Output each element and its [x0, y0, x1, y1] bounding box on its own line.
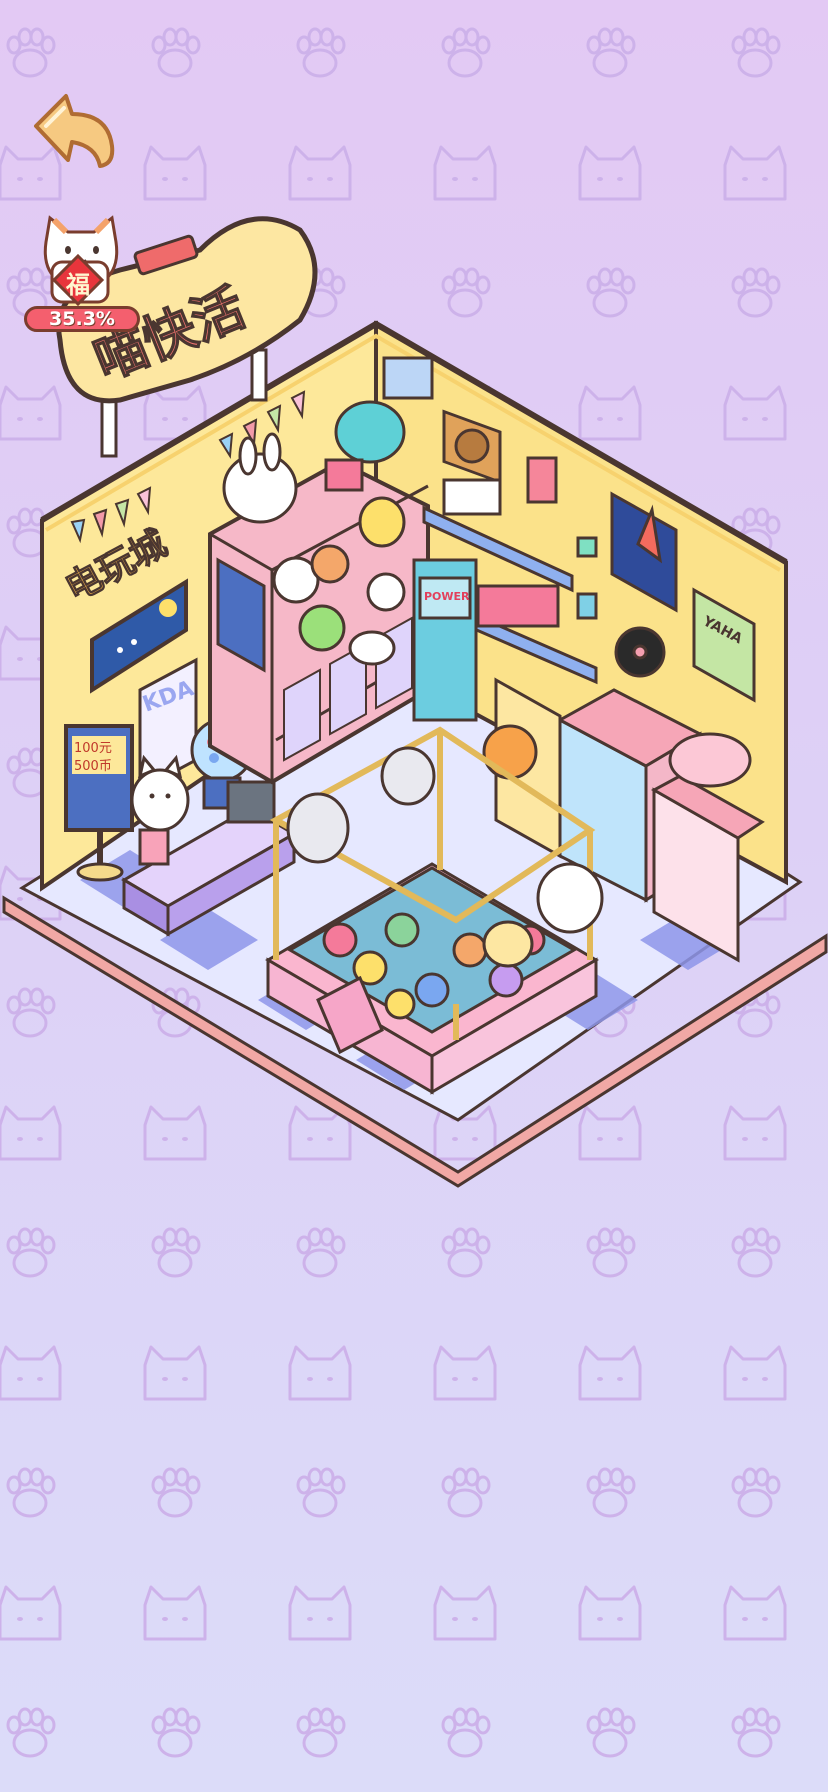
pattern-paw-icon: [296, 1227, 346, 1278]
pattern-paw-icon: [151, 1707, 201, 1758]
pattern-cat-icon: [578, 1585, 642, 1641]
pattern-paw-icon: [151, 1467, 201, 1518]
pattern-cat-icon: [143, 145, 207, 201]
pattern-cat-icon: [143, 1585, 207, 1641]
pattern-paw-icon: [731, 1467, 781, 1518]
pattern-paw-icon: [6, 27, 56, 78]
pattern-paw-icon: [586, 1227, 636, 1278]
power-machine-label: POWER: [424, 590, 470, 603]
pattern-cat-icon: [0, 1585, 62, 1641]
pattern-paw-icon: [731, 27, 781, 78]
pattern-paw-icon: [6, 1707, 56, 1758]
pattern-cat-icon: [723, 1585, 787, 1641]
pattern-cat-icon: [433, 145, 497, 201]
price-sign-line2: 500币: [74, 759, 112, 774]
pattern-cat-icon: [433, 1585, 497, 1641]
pattern-paw-icon: [6, 1227, 56, 1278]
pattern-cat-icon: [288, 1345, 352, 1401]
pattern-paw-icon: [151, 27, 201, 78]
pattern-paw-icon: [441, 1467, 491, 1518]
pattern-paw-icon: [731, 1227, 781, 1278]
pattern-paw-icon: [6, 1467, 56, 1518]
pattern-cat-icon: [433, 1345, 497, 1401]
fortune-cat-widget[interactable]: 福 35.3%: [24, 212, 144, 332]
pattern-cat-icon: [143, 1345, 207, 1401]
pattern-cat-icon: [723, 1345, 787, 1401]
pattern-paw-icon: [731, 1707, 781, 1758]
pattern-paw-icon: [441, 27, 491, 78]
pattern-cat-icon: [0, 1345, 62, 1401]
pattern-paw-icon: [441, 1707, 491, 1758]
pattern-paw-icon: [296, 1467, 346, 1518]
pattern-paw-icon: [441, 1227, 491, 1278]
price-sign-line1: 100元: [74, 741, 112, 756]
fortune-char: 福: [66, 270, 90, 299]
pattern-cat-icon: [288, 1585, 352, 1641]
back-button[interactable]: [26, 88, 122, 172]
pattern-paw-icon: [296, 1707, 346, 1758]
pattern-paw-icon: [296, 27, 346, 78]
cat-shopkeeper: [130, 754, 190, 832]
power-machine: [412, 558, 478, 722]
fortune-percent: 35.3%: [24, 306, 140, 332]
arcade-shop-room[interactable]: 喵快活 电玩城 100元 500币 KDA YAHA POWER: [0, 200, 828, 1190]
pattern-cat-icon: [723, 145, 787, 201]
pattern-paw-icon: [586, 27, 636, 78]
pattern-cat-icon: [288, 145, 352, 201]
back-arrow-icon: [34, 94, 115, 168]
pattern-paw-icon: [586, 1467, 636, 1518]
pattern-cat-icon: [578, 145, 642, 201]
pattern-paw-icon: [151, 1227, 201, 1278]
pattern-paw-icon: [586, 1707, 636, 1758]
pattern-cat-icon: [578, 1345, 642, 1401]
